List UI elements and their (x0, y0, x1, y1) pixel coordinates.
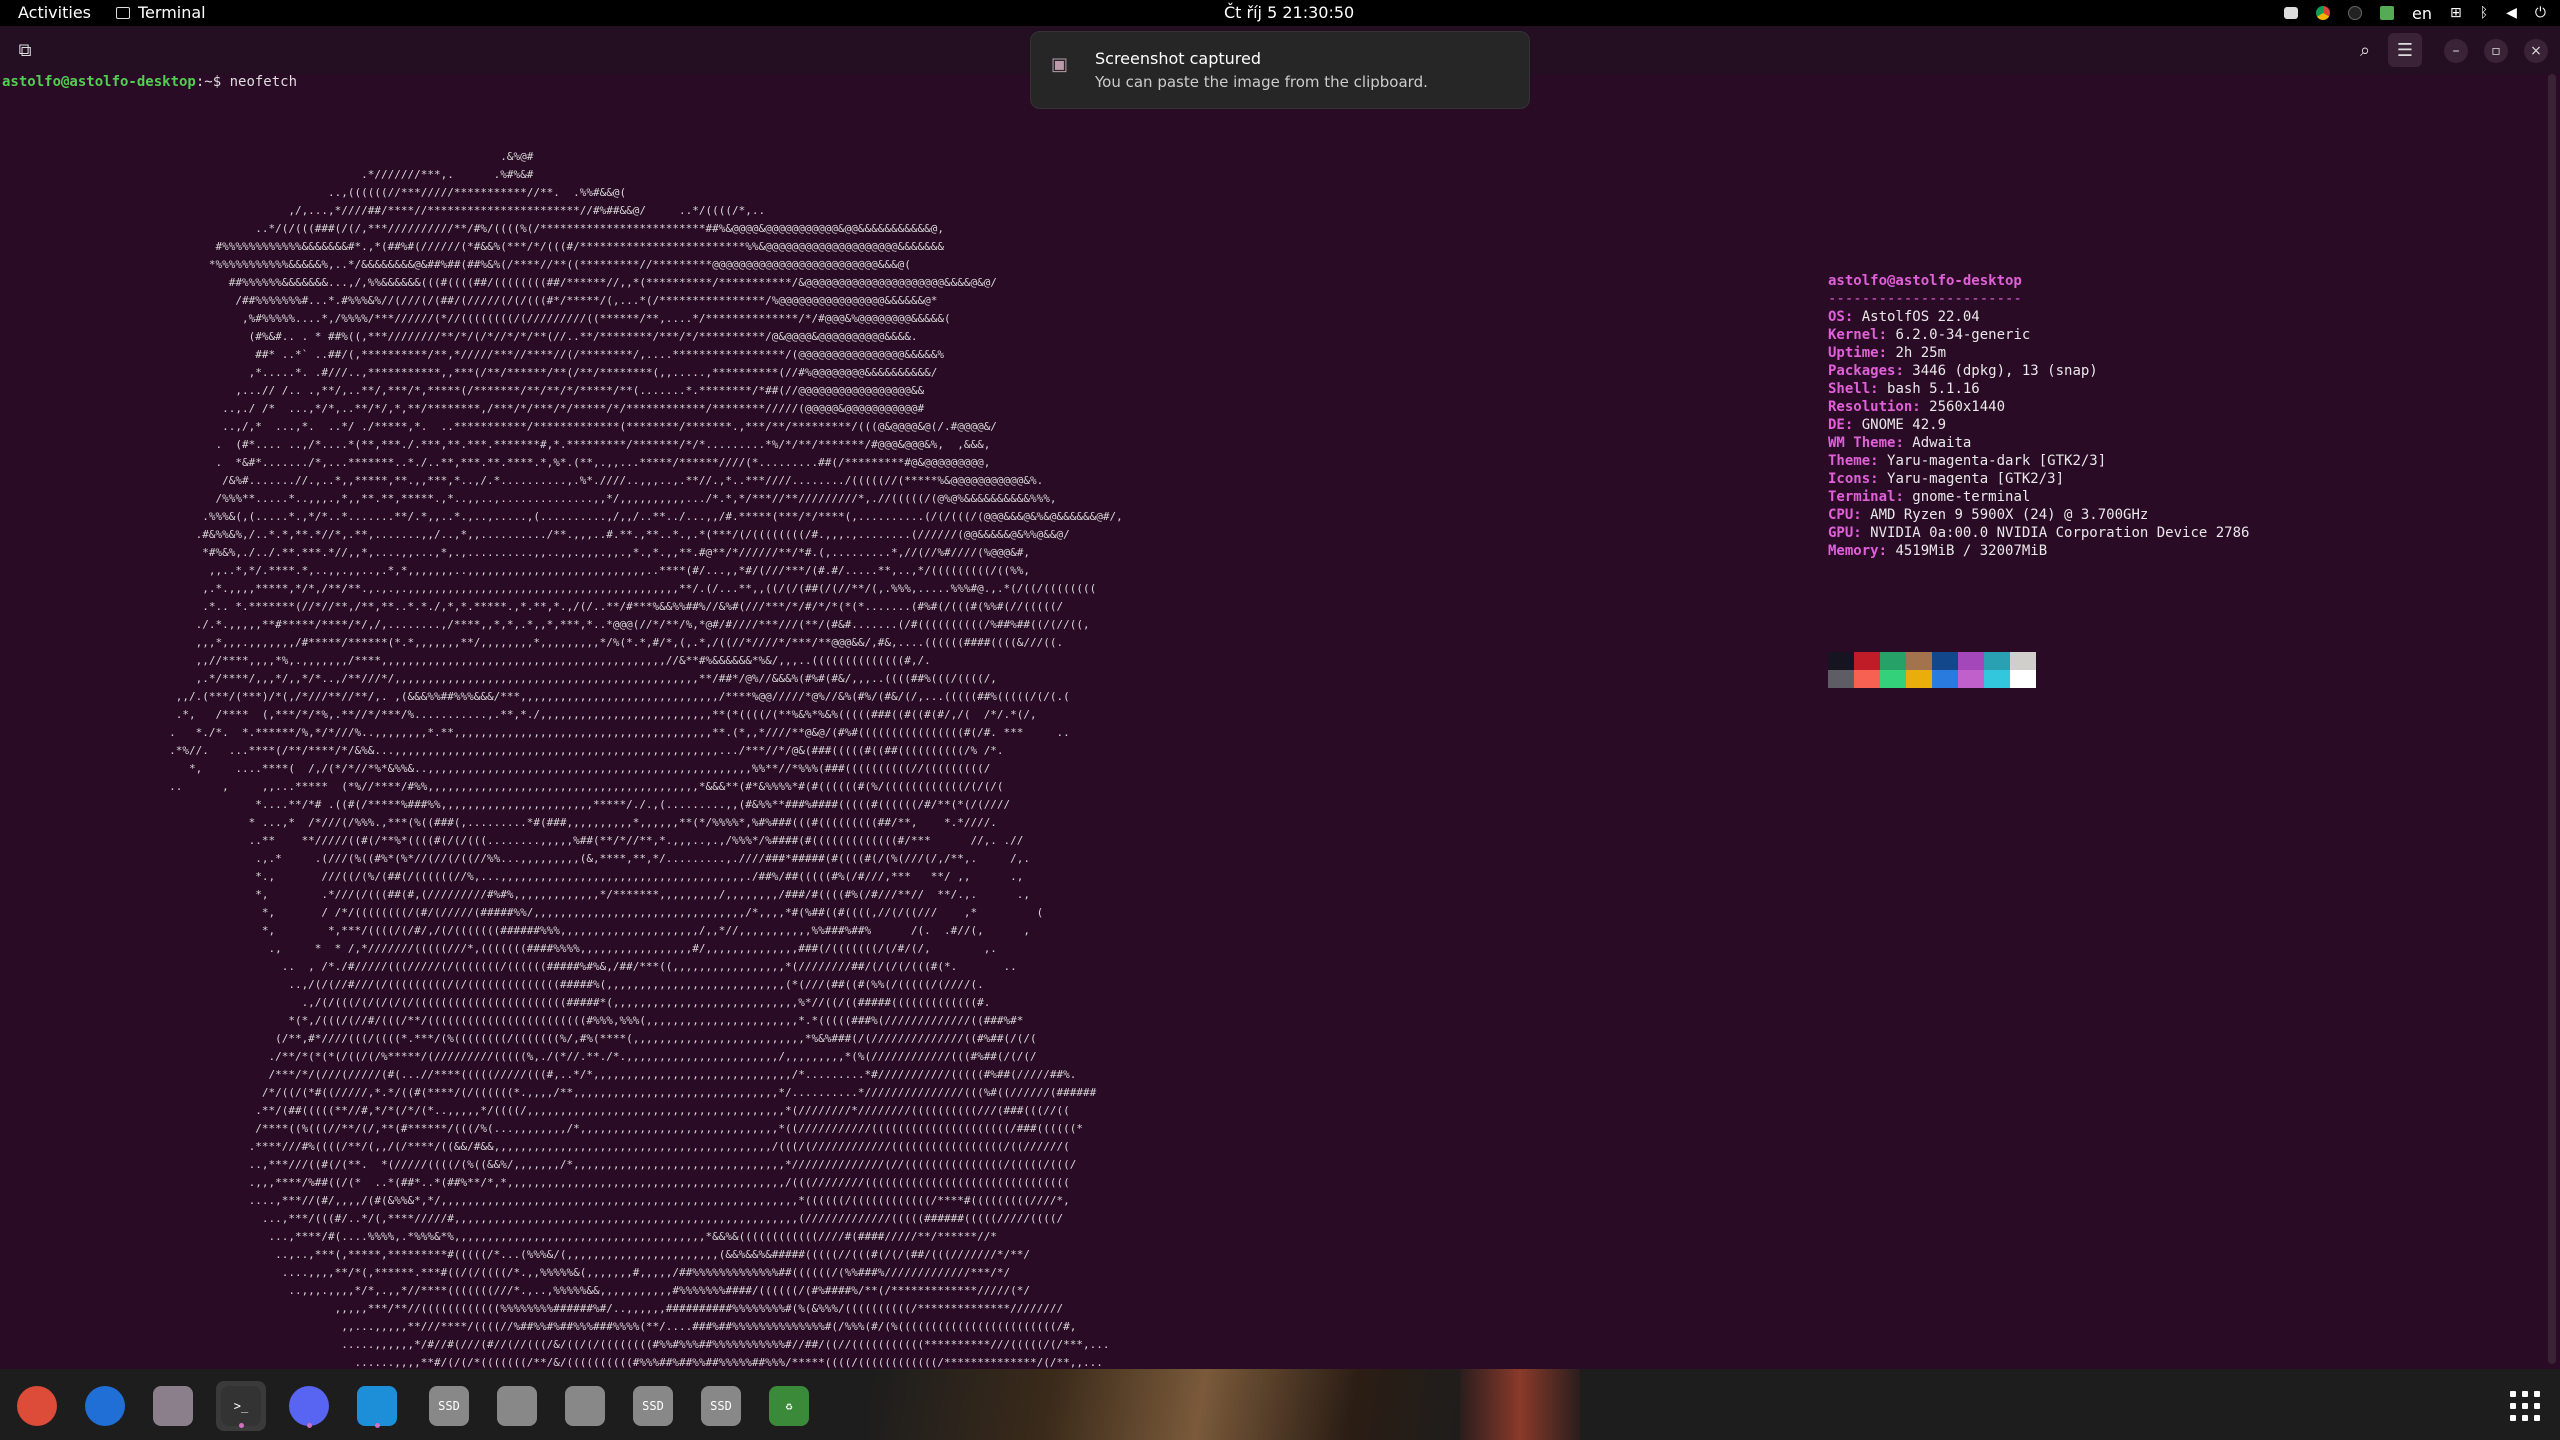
keyboard-layout[interactable]: en (2412, 4, 2432, 23)
disc-1-icon[interactable] (492, 1381, 542, 1431)
clock[interactable]: Čt říj 5 21:30:50 (1224, 3, 1354, 22)
ascii-art-logo: .&%@# .*///////***,. .%#%&# ..,((((((//*… (169, 150, 1123, 1423)
info-row-kernel: Kernel: 6.2.0-34-generic (1828, 327, 2031, 343)
top-bar: Activities Terminal Čt říj 5 21:30:50 en… (0, 0, 2560, 26)
palette-swatch (1854, 652, 1880, 670)
network-icon[interactable]: ⊞ (2450, 5, 2462, 21)
activities-button[interactable]: Activities (18, 3, 91, 22)
minimize-button[interactable]: – (2444, 39, 2468, 63)
palette-swatch (1984, 670, 2010, 688)
palette-swatch (1958, 652, 1984, 670)
palette-swatch (1932, 670, 1958, 688)
prompt-command: :~$ neofetch (195, 74, 298, 90)
notification-title: Screenshot captured (1095, 49, 1262, 68)
info-row-packages: Packages: 3446 (dpkg), 13 (snap) (1828, 363, 2098, 379)
running-indicator (306, 1423, 312, 1428)
ssd-drive-3-icon[interactable]: SSD (696, 1381, 746, 1431)
menu-icon[interactable]: ☰ (2388, 33, 2422, 67)
color-palette (1828, 652, 2036, 688)
files-icon[interactable] (148, 1381, 198, 1431)
prompt-user: astolfo@astolfo-desktop (2, 74, 196, 90)
running-indicator (238, 1423, 244, 1428)
info-row-os: OS: AstolfOS 22.04 (1828, 309, 1980, 325)
palette-swatch (2010, 652, 2036, 670)
info-row-icons: Icons: Yaru-magenta [GTK2/3] (1828, 471, 2065, 487)
palette-swatch (1854, 670, 1880, 688)
terminal-output[interactable]: astolfo@astolfo-desktop:~$ neofetch .&%@… (0, 74, 2560, 1423)
ssd-drive-2-icon[interactable]: SSD (628, 1381, 678, 1431)
palette-swatch (1880, 670, 1906, 688)
system-info: astolfo@astolfo-desktop -----------------… (1828, 272, 2249, 560)
app-name: Terminal (138, 3, 206, 22)
search-icon[interactable]: ⌕ (2348, 33, 2382, 67)
steam-tray-icon[interactable] (2348, 6, 2363, 20)
wallpaper-strip (870, 1369, 1470, 1440)
chrome-tray-icon[interactable] (2316, 6, 2331, 20)
ssd-drive-1-icon[interactable]: SSD (424, 1381, 474, 1431)
app-menu[interactable]: Terminal (116, 3, 206, 22)
discord-icon[interactable] (284, 1381, 334, 1431)
running-indicator (374, 1423, 380, 1428)
info-row-terminal: Terminal: gnome-terminal (1828, 489, 2031, 505)
info-row-theme: Theme: Yaru-magenta-dark [GTK2/3] (1828, 453, 2107, 469)
new-tab-button[interactable]: ⧉ (8, 33, 42, 67)
terminal-app-icon (116, 6, 130, 19)
power-icon[interactable]: ⏻ (2535, 5, 2546, 21)
dock: >_ SSD SSD SSD ♻ (0, 1369, 2560, 1440)
vscode-icon[interactable] (352, 1381, 402, 1431)
chrome-icon[interactable] (12, 1381, 62, 1431)
info-row-resolution: Resolution: 2560x1440 (1828, 399, 2006, 415)
palette-swatch (1906, 652, 1932, 670)
info-row-cpu: CPU: AMD Ryzen 9 5900X (24) @ 3.700GHz (1828, 507, 2149, 523)
palette-swatch (1828, 652, 1854, 670)
palette-swatch (1828, 670, 1854, 688)
wallpaper-strip-2 (1460, 1369, 1580, 1440)
info-row-wm-theme: WM Theme: Adwaita (1828, 435, 1972, 451)
info-row-gpu: GPU: NVIDIA 0a:00.0 NVIDIA Corporation D… (1828, 525, 2250, 541)
palette-swatch (1932, 652, 1958, 670)
info-row-de: DE: GNOME 42.9 (1828, 417, 1947, 433)
volume-icon[interactable]: ◀ (2506, 5, 2517, 21)
terminal-icon[interactable]: >_ (216, 1381, 266, 1431)
close-icon[interactable]: × (2524, 39, 2548, 63)
info-row-shell: Shell: bash 5.1.16 (1828, 381, 1980, 397)
info-row-uptime: Uptime: 2h 25m (1828, 345, 1947, 361)
bluetooth-icon[interactable]: ᛒ (2480, 5, 2488, 21)
extension-tray-icon[interactable] (2380, 6, 2395, 20)
info-separator: ----------------------- (1828, 291, 2022, 307)
maximize-button[interactable]: ▫ (2484, 39, 2508, 63)
palette-swatch (1880, 652, 1906, 670)
info-header: astolfo@astolfo-desktop (1828, 273, 2022, 289)
trash-icon[interactable]: ♻ (764, 1381, 814, 1431)
show-apps-icon[interactable] (2510, 1391, 2540, 1421)
terminal-scrollbar[interactable] (2548, 74, 2556, 1364)
palette-swatch (1906, 670, 1932, 688)
system-tray[interactable]: en ⊞ ᛒ ◀ ⏻ (2284, 2, 2546, 24)
palette-swatch (2010, 670, 2036, 688)
discord-tray-icon[interactable] (2284, 7, 2299, 19)
shell-prompt: astolfo@astolfo-desktop:~$ neofetch (2, 74, 297, 90)
thunderbird-icon[interactable] (80, 1381, 130, 1431)
palette-swatch (1958, 670, 1984, 688)
disc-2-icon[interactable] (560, 1381, 610, 1431)
info-row-memory: Memory: 4519MiB / 32007MiB (1828, 543, 2048, 559)
palette-swatch (1984, 652, 2010, 670)
